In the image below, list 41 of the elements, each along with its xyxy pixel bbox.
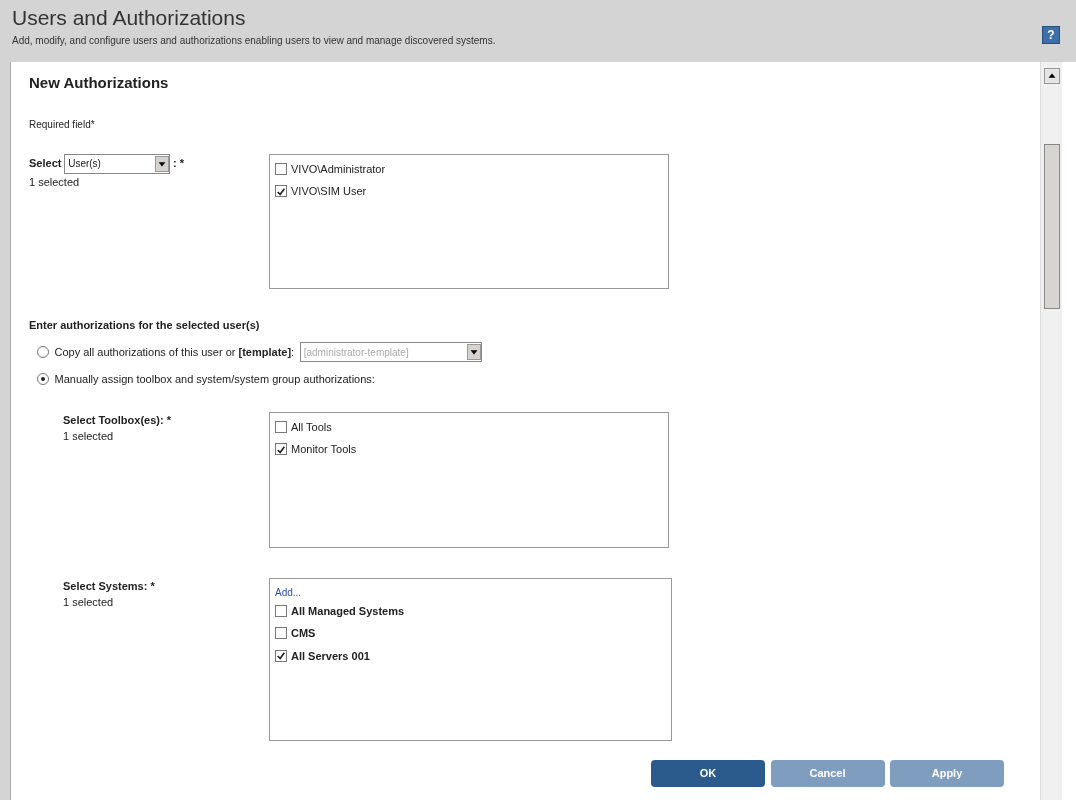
radio-label: Copy all authorizations of this user or [template]: xyxy=(54,344,295,360)
option-label: All Tools xyxy=(291,419,332,435)
field-label: Select Systems: * xyxy=(63,578,156,594)
required-note: Required field* xyxy=(29,117,96,132)
selected-count: 1 selected xyxy=(63,429,115,444)
checkbox[interactable] xyxy=(275,627,287,640)
radio-label: Manually assign toolbox and system/system group authorizations: xyxy=(54,372,375,387)
option-label: All Managed Systems xyxy=(291,603,405,619)
scrollbar[interactable] xyxy=(1040,62,1062,800)
dialog-button[interactable]: OK xyxy=(651,759,765,787)
option-label: VIVO\Administrator xyxy=(291,161,386,177)
panel-title: New Authorizations xyxy=(29,73,170,93)
scroll-thumb[interactable] xyxy=(1043,144,1060,309)
field-label: Select xyxy=(29,156,62,172)
checkbox[interactable] xyxy=(275,185,287,198)
selected-count: 1 selected xyxy=(63,595,115,610)
user-type-dropdown[interactable]: User(s) xyxy=(64,153,171,174)
page-description: Add, modify, and configure users and authorizations enabling users to view and manage discovered systems. xyxy=(12,34,496,48)
field-label: Select Toolbox(es): * xyxy=(63,412,172,428)
checkbox[interactable] xyxy=(275,162,287,175)
checkbox[interactable] xyxy=(275,443,287,456)
option-label: All Servers 001 xyxy=(291,648,370,664)
scroll-up-icon[interactable] xyxy=(1043,68,1060,84)
dialog-button[interactable]: Apply xyxy=(890,759,1004,787)
dialog-button[interactable]: Cancel xyxy=(770,759,885,787)
option-label: Monitor Tools xyxy=(291,442,357,457)
caret-icon xyxy=(155,155,170,172)
selected-count: 1 selected xyxy=(29,174,81,190)
help-button[interactable]: ? xyxy=(1042,26,1060,44)
option-label: VIVO\SIM User xyxy=(291,184,367,199)
add-link[interactable]: Add... xyxy=(275,584,666,600)
radio-button[interactable] xyxy=(37,346,49,358)
checkbox[interactable] xyxy=(275,604,287,617)
option-label: CMS xyxy=(291,626,316,641)
caret-icon xyxy=(466,344,481,360)
required-mark: : * xyxy=(172,156,184,172)
page-title: Users and Authorizations xyxy=(12,6,247,30)
checkbox[interactable] xyxy=(275,649,287,662)
radio-button[interactable] xyxy=(37,373,49,386)
section-heading: Enter authorizations for the selected user(s) xyxy=(29,317,261,333)
checkbox[interactable] xyxy=(275,420,287,433)
